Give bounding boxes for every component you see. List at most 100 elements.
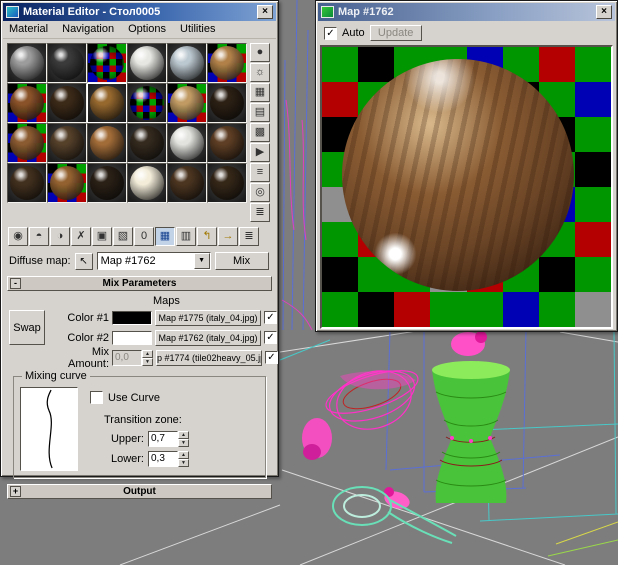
spin-down-icon[interactable]: ▼ [178,439,189,447]
chevron-down-icon[interactable]: ▼ [194,253,210,269]
video-color-check-icon[interactable]: ▩ [250,123,270,142]
mix-amount-map-button[interactable]: p #1774 (tile02heavy_05.jpg) [156,350,262,366]
sample-type-icon[interactable]: ● [250,43,270,62]
material-sample-sphere [170,126,204,160]
lower-spinner[interactable]: 0,3 ▲▼ [148,451,189,467]
mix-parameters-rollout[interactable]: - Mix Parameters [7,276,272,291]
lower-row: Lower: 0,3 ▲▼ [104,451,189,467]
spin-up-icon[interactable]: ▲ [142,350,153,358]
color2-swatch[interactable] [112,331,152,345]
menu-navigation[interactable]: Navigation [62,23,114,35]
menu-utilities[interactable]: Utilities [180,23,215,35]
material-sample-slot[interactable] [87,163,127,203]
material-sample-slot[interactable] [167,163,207,203]
material-sample-sphere [130,126,164,160]
use-curve-checkbox[interactable] [90,391,103,404]
checker-cell [575,152,611,187]
collapse-icon[interactable]: - [10,278,21,289]
spin-up-icon[interactable]: ▲ [178,451,189,459]
select-by-material-icon[interactable]: ◎ [250,183,270,202]
material-sample-slot[interactable] [7,83,47,123]
material-sample-slot[interactable] [167,43,207,83]
expand-icon[interactable]: + [10,486,21,497]
checker-cell [322,47,358,82]
material-sample-sphere [50,46,84,80]
auto-checkbox[interactable]: ✓ [324,27,337,40]
material-sample-slot[interactable] [87,123,127,163]
menu-material[interactable]: Material [9,23,48,35]
go-forward-to-sibling-icon[interactable]: → [218,227,238,246]
spin-down-icon[interactable]: ▼ [178,459,189,467]
menu-options[interactable]: Options [128,23,166,35]
go-to-parent-icon[interactable]: ↰ [197,227,217,246]
color2-map-checkbox[interactable]: ✓ [264,331,277,344]
background-icon[interactable]: ▦ [250,83,270,102]
get-material-icon[interactable]: ◉ [8,227,28,246]
material-sample-slot[interactable] [87,83,127,123]
map-window-toolbar: ✓ Auto Update [318,21,615,44]
material-editor-menubar: Material Navigation Options Utilities [3,21,276,39]
mixing-curve-group: Mixing curve Use Curve Transition zone: … [13,376,266,478]
material-sample-slot[interactable] [47,123,87,163]
backlight-icon[interactable]: ☼ [250,63,270,82]
material-sample-slot[interactable] [127,43,167,83]
checker-cell [575,117,611,152]
mixing-curve-controls: Use Curve Transition zone: Upper: 0,7 ▲▼… [90,387,189,471]
color1-map-button[interactable]: Map #1775 (italy_04.jpg) [155,310,261,326]
sample-uv-tiling-icon[interactable]: ▤ [250,103,270,122]
put-material-to-scene-icon[interactable]: ◓ [29,227,49,246]
material-sample-sphere [170,166,204,200]
material-sample-slot[interactable] [207,163,247,203]
material-sample-slot[interactable] [127,123,167,163]
material-sample-slot[interactable] [47,43,87,83]
material-sample-slot[interactable] [7,43,47,83]
show-end-result-icon[interactable]: ▥ [176,227,196,246]
material-sample-slot[interactable] [47,163,87,203]
map-type-button[interactable]: Mix [215,252,269,270]
make-unique-icon[interactable]: ▣ [92,227,112,246]
material-map-navigator-icon[interactable]: ≣ [250,203,270,222]
material-sample-slot[interactable] [7,163,47,203]
map-window-close-button[interactable]: × [596,5,612,19]
material-sample-sphere [210,46,244,80]
pick-from-object-icon[interactable]: ↖ [75,253,93,270]
material-sample-slot[interactable] [207,123,247,163]
put-to-library-icon[interactable]: ▧ [113,227,133,246]
color1-map-checkbox[interactable]: ✓ [264,311,277,324]
material-sample-slot[interactable] [207,43,247,83]
material-sample-slot[interactable] [47,83,87,123]
material-map-navigator-icon[interactable]: ≣ [239,227,259,246]
material-sample-slot[interactable] [167,123,207,163]
reset-map-icon[interactable]: ✗ [71,227,91,246]
upper-spinner[interactable]: 0,7 ▲▼ [148,431,189,447]
output-rollout[interactable]: + Output [7,484,272,499]
checker-cell [575,47,611,82]
color2-map-button[interactable]: Map #1762 (italy_04.jpg) [155,330,261,346]
map-name-dropdown[interactable]: Map #1762 ▼ [97,252,211,270]
checker-cell [322,292,358,327]
update-button[interactable]: Update [370,25,422,41]
spin-down-icon[interactable]: ▼ [142,358,153,366]
map-window-titlebar[interactable]: Map #1762 × [318,3,615,21]
material-editor-titlebar[interactable]: Material Editor - Стол0005 × [3,3,276,21]
mix-amount-map-checkbox[interactable]: ✓ [265,351,278,364]
make-preview-icon[interactable]: ▶ [250,143,270,162]
swap-button[interactable]: Swap [9,310,45,345]
material-sample-slot[interactable] [87,43,127,83]
spin-up-icon[interactable]: ▲ [178,431,189,439]
options-icon[interactable]: ≡ [250,163,270,182]
color1-swatch[interactable] [112,311,152,325]
sample-slots-side-toolbar: ●☼▦▤▩▶≡◎≣ [250,43,271,222]
material-sample-slot[interactable] [127,163,167,203]
assign-material-to-selection-icon[interactable]: ◑ [50,227,70,246]
material-sample-slot[interactable] [7,123,47,163]
show-map-in-viewport-icon[interactable]: ▦ [155,227,175,246]
material-id-channel-icon[interactable]: 0 [134,227,154,246]
mix-amount-row: Mix Amount: 0,0 ▲▼ p #1774 (tile02heavy_… [51,349,270,366]
material-sample-slot[interactable] [207,83,247,123]
material-sample-slot[interactable] [127,83,167,123]
diffuse-map-row: Diffuse map: ↖ Map #1762 ▼ Mix [9,252,270,270]
material-editor-close-button[interactable]: × [257,5,273,19]
material-sample-slot[interactable] [167,83,207,123]
mix-amount-spinner[interactable]: 0,0 ▲▼ [112,350,153,366]
